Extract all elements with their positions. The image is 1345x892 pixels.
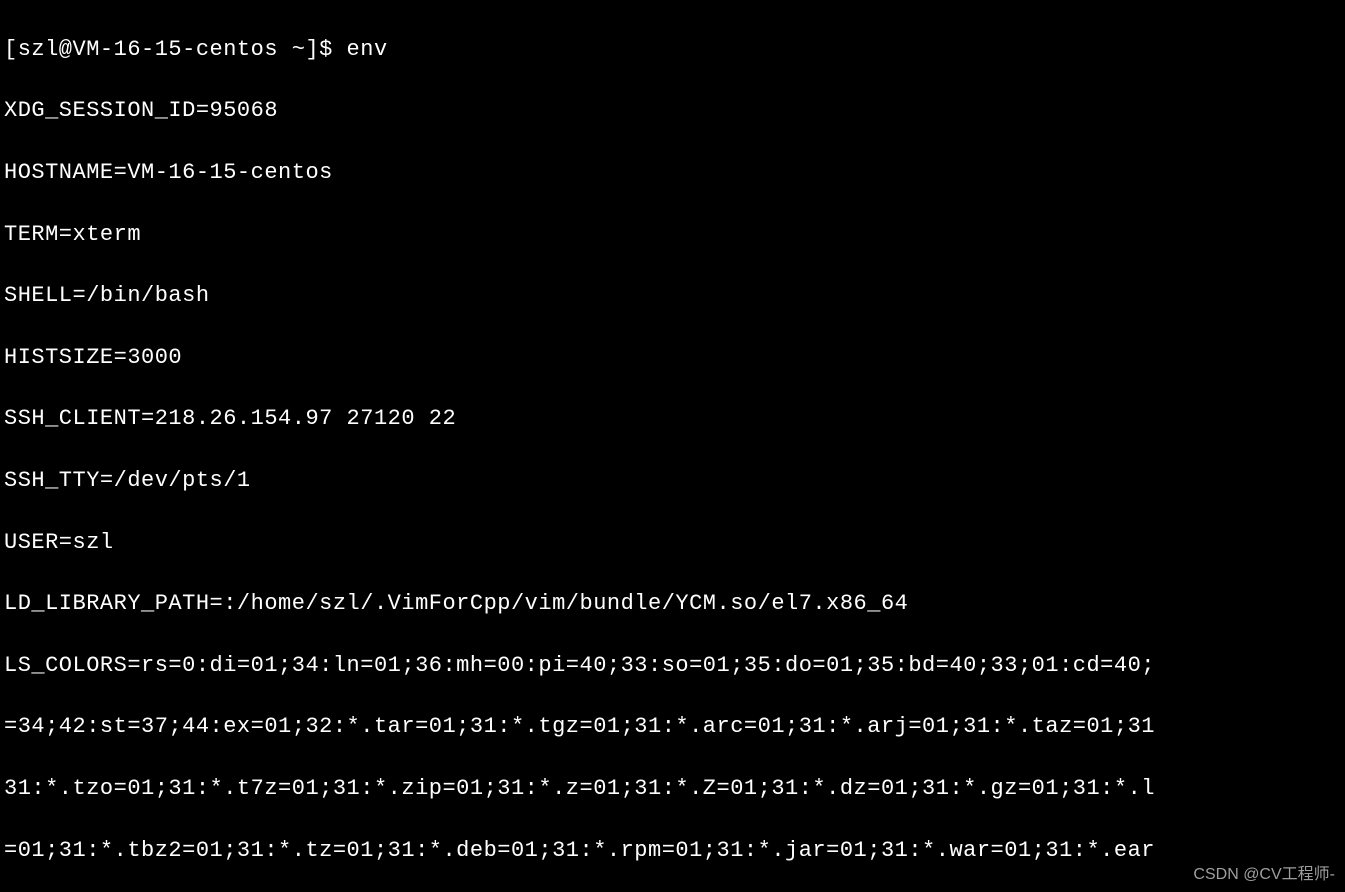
env-line: SSH_CLIENT=218.26.154.97 27120 22 [4, 404, 1345, 435]
env-line: XDG_SESSION_ID=95068 [4, 96, 1345, 127]
env-line: SHELL=/bin/bash [4, 281, 1345, 312]
env-line: =34;42:st=37;44:ex=01;32:*.tar=01;31:*.t… [4, 712, 1345, 743]
env-line: 31:*.tzo=01;31:*.t7z=01;31:*.zip=01;31:*… [4, 774, 1345, 805]
env-line: SSH_TTY=/dev/pts/1 [4, 466, 1345, 497]
env-line: TERM=xterm [4, 220, 1345, 251]
terminal-output[interactable]: [szl@VM-16-15-centos ~]$ env XDG_SESSION… [0, 0, 1345, 892]
prompt-line: [szl@VM-16-15-centos ~]$ env [4, 35, 1345, 66]
env-line: LD_LIBRARY_PATH=:/home/szl/.VimForCpp/vi… [4, 589, 1345, 620]
watermark-text: CSDN @CV工程师- [1193, 864, 1335, 886]
env-line: LS_COLORS=rs=0:di=01;34:ln=01;36:mh=00:p… [4, 651, 1345, 682]
env-line: HOSTNAME=VM-16-15-centos [4, 158, 1345, 189]
env-line: HISTSIZE=3000 [4, 343, 1345, 374]
env-line: USER=szl [4, 528, 1345, 559]
env-line: =01;31:*.tbz2=01;31:*.tz=01;31:*.deb=01;… [4, 836, 1345, 867]
